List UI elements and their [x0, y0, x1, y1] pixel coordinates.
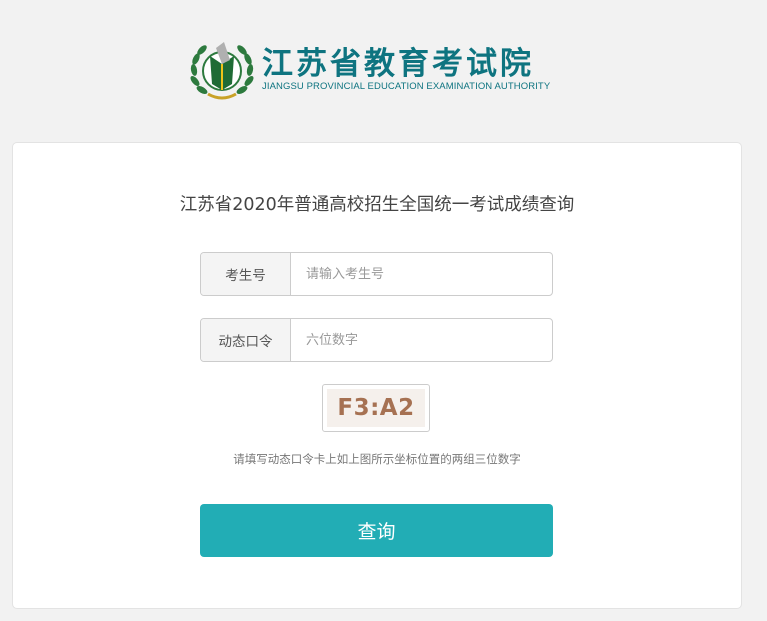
- candidate-number-input[interactable]: [291, 253, 552, 295]
- site-subtitle: JIANGSU PROVINCIAL EDUCATION EXAMINATION…: [262, 81, 551, 92]
- query-button[interactable]: 查询: [200, 504, 553, 557]
- dynamic-token-group: 动态口令: [200, 318, 553, 362]
- captcha-text: F3:A2: [327, 389, 425, 427]
- dynamic-token-input[interactable]: [291, 319, 552, 361]
- query-card: 江苏省2020年普通高校招生全国统一考试成绩查询 考生号 动态口令 F3:A2 …: [12, 142, 742, 609]
- dynamic-token-label: 动态口令: [201, 319, 291, 361]
- candidate-number-label: 考生号: [201, 253, 291, 295]
- emblem-icon: [190, 42, 254, 100]
- candidate-number-group: 考生号: [200, 252, 553, 296]
- site-title: 江苏省教育考试院: [262, 46, 534, 82]
- form-title: 江苏省2020年普通高校招生全国统一考试成绩查询: [179, 195, 575, 215]
- page-header: 江苏省教育考试院 JIANGSU PROVINCIAL EDUCATION EX…: [0, 0, 767, 142]
- captcha-image: F3:A2: [322, 384, 430, 432]
- token-hint: 请填写动态口令卡上如上图所示坐标位置的两组三位数字: [233, 452, 521, 466]
